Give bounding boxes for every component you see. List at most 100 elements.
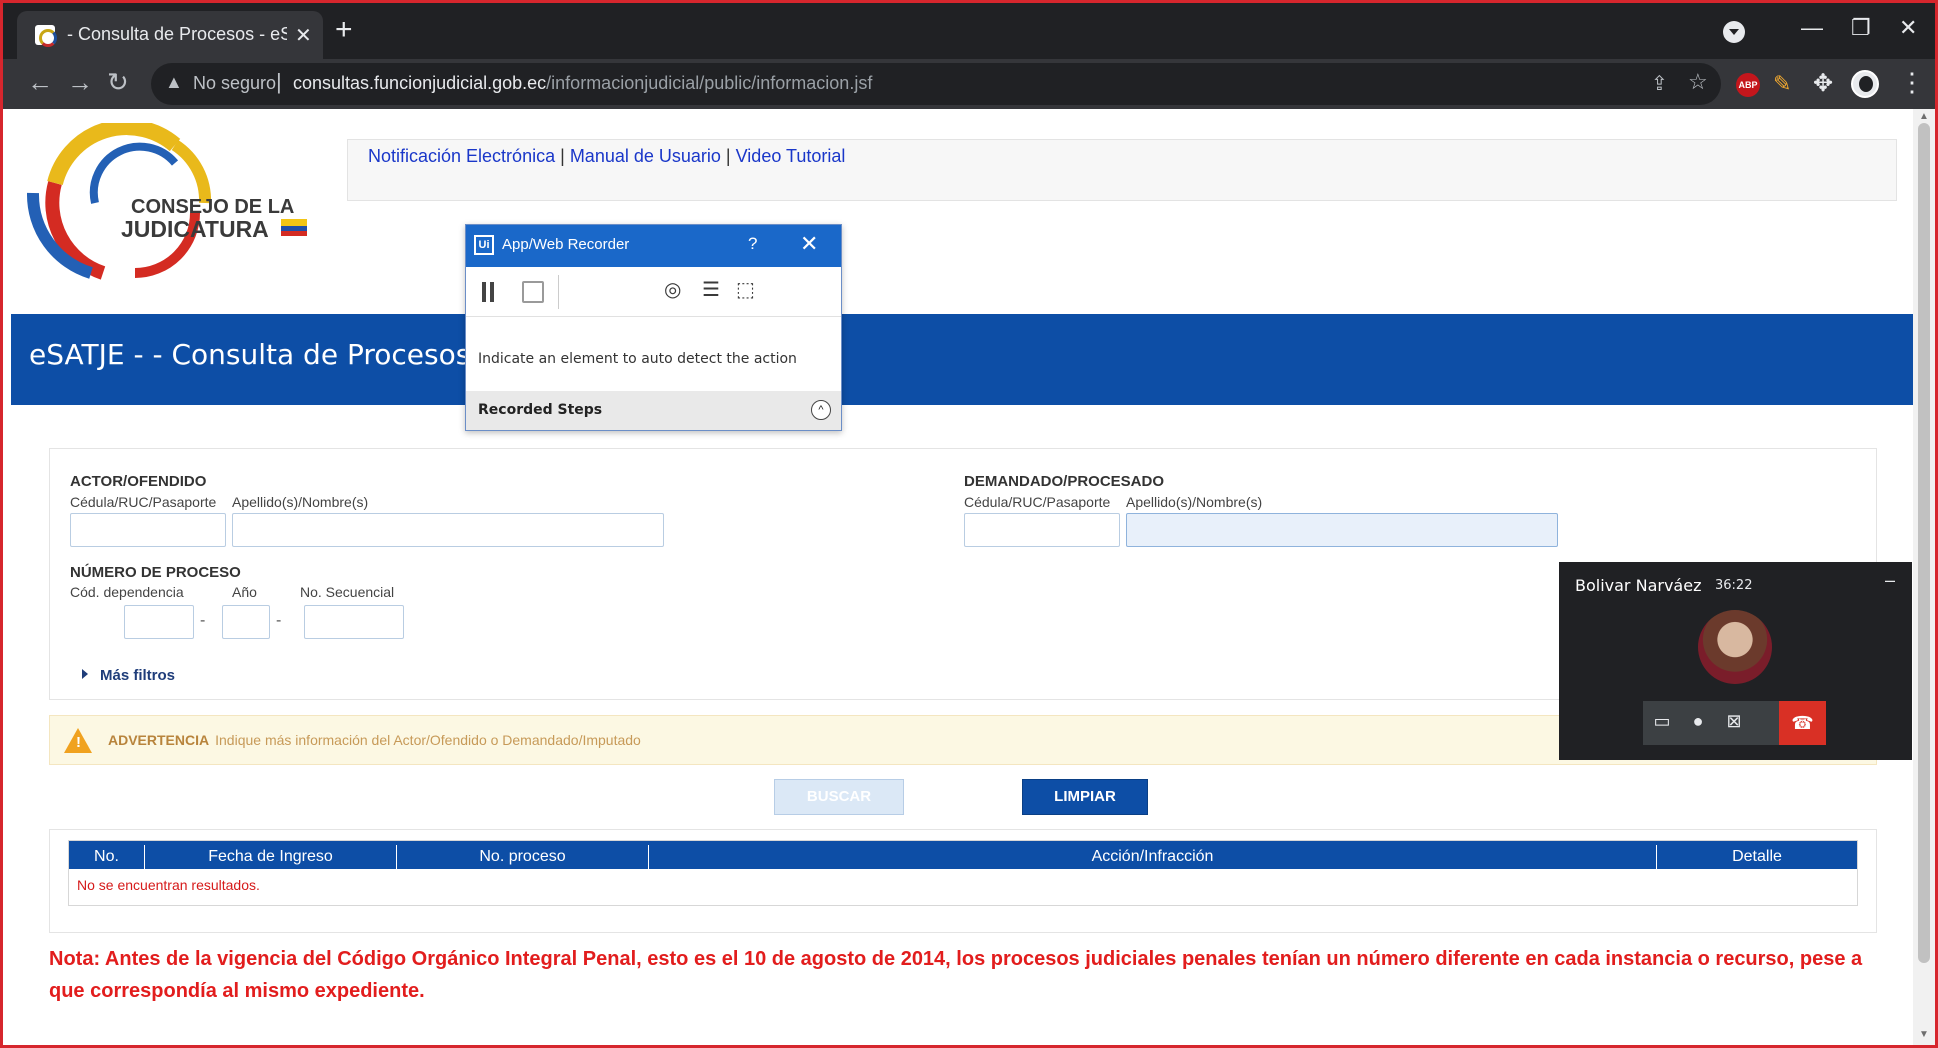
browser-tab[interactable]: - Consulta de Procesos - eSATJE ✕ — [17, 11, 323, 59]
column-header[interactable]: Detalle — [1657, 845, 1857, 869]
minimize-call-icon[interactable]: – — [1885, 570, 1895, 591]
demandado-id-input[interactable] — [964, 513, 1120, 547]
table-header: No. Fecha de Ingreso No. proceso Acción/… — [69, 841, 1857, 869]
results-panel: No. Fecha de Ingreso No. proceso Acción/… — [49, 829, 1877, 933]
hang-up-icon[interactable]: ☎ — [1779, 701, 1826, 745]
link-separator: | — [560, 146, 565, 166]
tab-close-icon[interactable]: ✕ — [295, 23, 312, 48]
column-header[interactable]: Acción/Infracción — [649, 845, 1657, 869]
header-links-box: Notificación Electrónica | Manual de Usu… — [347, 139, 1897, 201]
link-manual-usuario[interactable]: Manual de Usuario — [570, 146, 721, 166]
recorder-close-icon[interactable]: ✕ — [800, 231, 818, 257]
cod-dependencia-input[interactable] — [124, 605, 194, 639]
cod-dependencia-label: Cód. dependencia — [70, 584, 184, 600]
adblock-extension-icon[interactable]: ABP — [1736, 73, 1760, 97]
kebab-icon[interactable]: ⋮ — [1899, 67, 1925, 98]
actor-id-input[interactable] — [70, 513, 226, 547]
app-web-recorder-window: Ui App/Web Recorder ? ✕ ◎ ☰ ⬚ Indicate a… — [465, 224, 842, 431]
limpiar-button[interactable]: LIMPIAR — [1022, 779, 1148, 815]
dash-separator: - — [200, 612, 206, 629]
demandado-name-input[interactable] — [1126, 513, 1558, 547]
tab-strip: - Consulta de Procesos - eSATJE ✕ + — ❐ … — [3, 3, 1935, 59]
scroll-up-icon[interactable]: ▲ — [1919, 111, 1929, 122]
warning-text: ADVERTENCIA Indique más información del A… — [108, 732, 641, 748]
address-bar[interactable]: ▲ No seguro | consultas.funcionjudicial.… — [151, 63, 1721, 105]
consejo-judicatura-logo: CONSEJO DE LA JUDICATURA — [26, 123, 307, 280]
secuencial-label: No. Secuencial — [300, 584, 395, 600]
mas-filtros-toggle[interactable]: Más filtros — [82, 667, 175, 684]
target-icon[interactable]: ◎ — [664, 277, 681, 302]
recorder-titlebar: Ui App/Web Recorder ? ✕ — [466, 225, 841, 267]
column-header[interactable]: No. — [69, 845, 145, 869]
actor-name-label: Apellido(s)/Nombre(s) — [232, 494, 369, 510]
table-body: No se encuentran resultados. — [69, 869, 1857, 905]
link-separator: | — [725, 146, 731, 166]
demandado-id-label: Cédula/RUC/Pasaporte — [964, 494, 1111, 510]
star-icon[interactable]: ☆ — [1688, 69, 1708, 95]
video-call-overlay: Bolivar Narváez 36:22 – ▭ ● ⊠ ☎ — [1559, 562, 1912, 760]
recorder-title: App/Web Recorder — [502, 236, 630, 253]
site-favicon — [35, 25, 57, 47]
url-text[interactable]: consultas.funcionjudicial.gob.ec/informa… — [293, 73, 872, 94]
call-controls: ▭ ● ⊠ ☎ — [1643, 701, 1826, 745]
flag-red — [281, 231, 307, 236]
reload-icon[interactable]: ↻ — [107, 67, 129, 98]
address-separator: | — [276, 69, 282, 94]
security-label[interactable]: No seguro — [193, 73, 276, 94]
tab-search-icon[interactable] — [1723, 21, 1745, 43]
mas-filtros-label: Más filtros — [100, 667, 176, 684]
uipath-logo-icon: Ui — [474, 235, 494, 255]
demandado-heading: DEMANDADO/PROCESADO — [964, 473, 1165, 490]
scroll-down-icon[interactable]: ▼ — [1919, 1029, 1929, 1040]
dash-separator: - — [276, 612, 282, 629]
column-header[interactable]: Fecha de Ingreso — [145, 845, 397, 869]
help-icon[interactable]: ? — [748, 234, 757, 254]
puzzle-icon[interactable]: ✥ — [1813, 69, 1833, 98]
anio-input[interactable] — [222, 605, 270, 639]
pause-icon[interactable] — [482, 282, 494, 302]
screen-capture-icon[interactable]: ⬚ — [736, 277, 755, 302]
forward-icon[interactable]: → — [67, 67, 93, 98]
save-icon[interactable] — [522, 281, 544, 303]
recorder-toolbar: ◎ ☰ ⬚ — [466, 267, 841, 317]
microphone-icon[interactable]: ● — [1683, 711, 1713, 732]
warning-icon[interactable]: ▲ — [165, 72, 183, 93]
warning-message: Indique más información del Actor/Ofendi… — [215, 732, 641, 748]
logo-line2: JUDICATURA — [121, 216, 269, 242]
minimize-icon[interactable]: — — [1801, 15, 1823, 41]
profile-avatar[interactable] — [1851, 70, 1879, 98]
scrollbar-thumb[interactable] — [1918, 123, 1930, 963]
link-notificacion-electronica[interactable]: Notificación Electrónica — [368, 146, 555, 166]
new-tab-button[interactable]: + — [335, 13, 353, 47]
back-icon[interactable]: ← — [27, 67, 53, 98]
participant-name: Bolivar Narváez — [1575, 576, 1702, 595]
warning-title: ADVERTENCIA — [108, 732, 210, 748]
warning-triangle-icon — [64, 728, 92, 753]
actor-id-label: Cédula/RUC/Pasaporte — [70, 494, 217, 510]
flag-blue — [281, 226, 307, 231]
numero-proceso-heading: NÚMERO DE PROCESO — [70, 564, 241, 581]
page-scrollbar[interactable]: ▲ ▼ — [1913, 109, 1935, 1045]
camera-off-icon[interactable]: ▭ — [1647, 711, 1677, 732]
anio-label: Año — [232, 584, 257, 600]
window-close-icon[interactable]: ✕ — [1899, 15, 1917, 41]
step-list-icon[interactable]: ☰ — [702, 277, 720, 302]
collapse-chevron-icon[interactable]: ^ — [811, 400, 831, 420]
share-icon[interactable]: ⇪ — [1651, 71, 1668, 96]
secuencial-input[interactable] — [304, 605, 404, 639]
actor-name-input[interactable] — [232, 513, 664, 547]
link-video-tutorial[interactable]: Video Tutorial — [736, 146, 846, 166]
call-timer: 36:22 — [1715, 578, 1753, 593]
extension-icon[interactable]: ✎ — [1773, 71, 1791, 97]
results-table: No. Fecha de Ingreso No. proceso Acción/… — [68, 840, 1858, 906]
recorded-steps-bar[interactable]: Recorded Steps ^ — [466, 391, 841, 430]
recorded-steps-label: Recorded Steps — [478, 402, 603, 418]
recorder-message: Indicate an element to auto detect the a… — [478, 351, 797, 367]
demandado-name-label: Apellido(s)/Nombre(s) — [1126, 494, 1263, 510]
restore-icon[interactable]: ❐ — [1851, 15, 1871, 41]
column-header[interactable]: No. proceso — [397, 845, 649, 869]
url-path: /informacionjudicial/public/informacion.… — [546, 73, 873, 93]
empty-results-message: No se encuentran resultados. — [77, 877, 260, 893]
present-screen-icon[interactable]: ⊠ — [1719, 711, 1749, 732]
buscar-button[interactable]: BUSCAR — [774, 779, 904, 815]
